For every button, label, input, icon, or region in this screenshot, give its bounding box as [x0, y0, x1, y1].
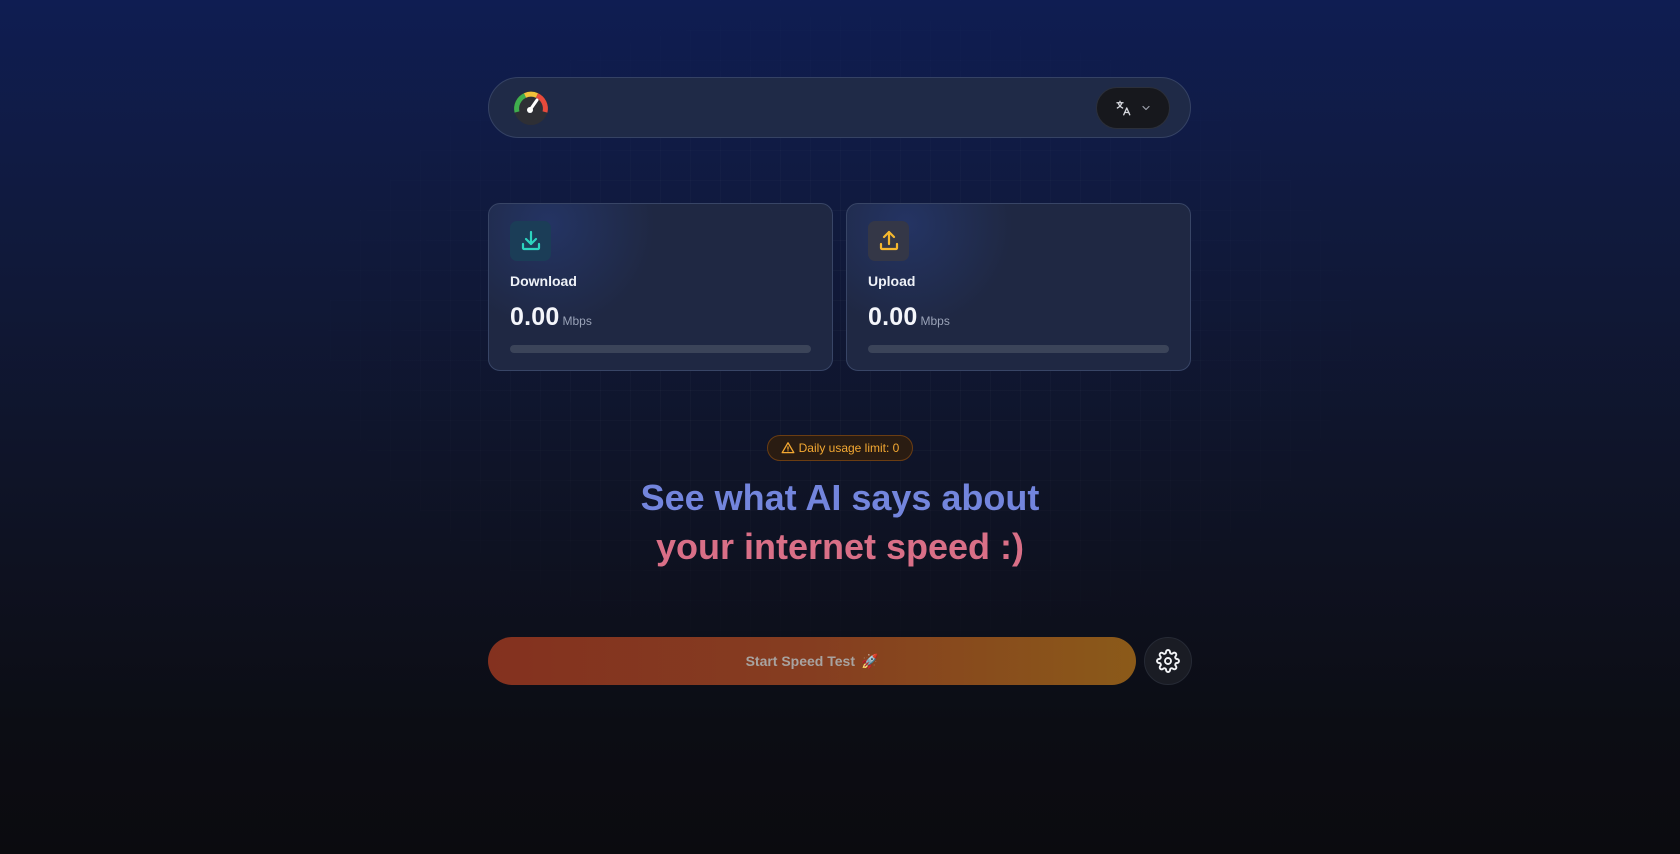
- top-navbar: [488, 77, 1191, 138]
- settings-button[interactable]: [1144, 637, 1192, 685]
- speedometer-icon[interactable]: [513, 90, 549, 126]
- download-value-row: 0.00 Mbps: [510, 303, 811, 333]
- speed-cards: Download 0.00 Mbps Upload 0.00 Mbps: [488, 203, 1191, 371]
- start-speed-test-button[interactable]: Start Speed Test 🚀: [488, 637, 1136, 685]
- headline-line-2: your internet speed :): [655, 526, 1025, 567]
- download-card: Download 0.00 Mbps: [488, 203, 833, 371]
- upload-icon-tile: [868, 221, 909, 261]
- translate-icon: [1116, 100, 1131, 115]
- upload-unit: Mbps: [920, 314, 950, 328]
- upload-card: Upload 0.00 Mbps: [846, 203, 1191, 371]
- download-icon: [521, 230, 540, 251]
- rocket-icon: 🚀: [861, 652, 879, 669]
- chevron-down-icon: [1142, 105, 1150, 110]
- upload-value-row: 0.00 Mbps: [868, 303, 1169, 333]
- download-progress-bar: [510, 345, 811, 353]
- language-select-button[interactable]: [1096, 86, 1170, 129]
- start-button-label: Start Speed Test: [745, 653, 855, 669]
- page-headline: See what AI says about your internet spe…: [440, 473, 1240, 571]
- warning-icon: [781, 442, 795, 454]
- usage-limit-badge: Daily usage limit: 0: [767, 435, 913, 461]
- download-unit: Mbps: [562, 314, 592, 328]
- upload-value: 0.00: [868, 303, 918, 331]
- download-value: 0.00: [510, 303, 560, 331]
- gear-icon: [1156, 649, 1180, 673]
- upload-label: Upload: [868, 273, 916, 289]
- usage-limit-text: Daily usage limit: 0: [798, 441, 900, 455]
- headline-line-1: See what AI says about: [640, 477, 1040, 518]
- upload-progress-bar: [868, 345, 1169, 353]
- download-label: Download: [510, 273, 577, 289]
- download-icon-tile: [510, 221, 551, 261]
- upload-icon: [879, 230, 898, 251]
